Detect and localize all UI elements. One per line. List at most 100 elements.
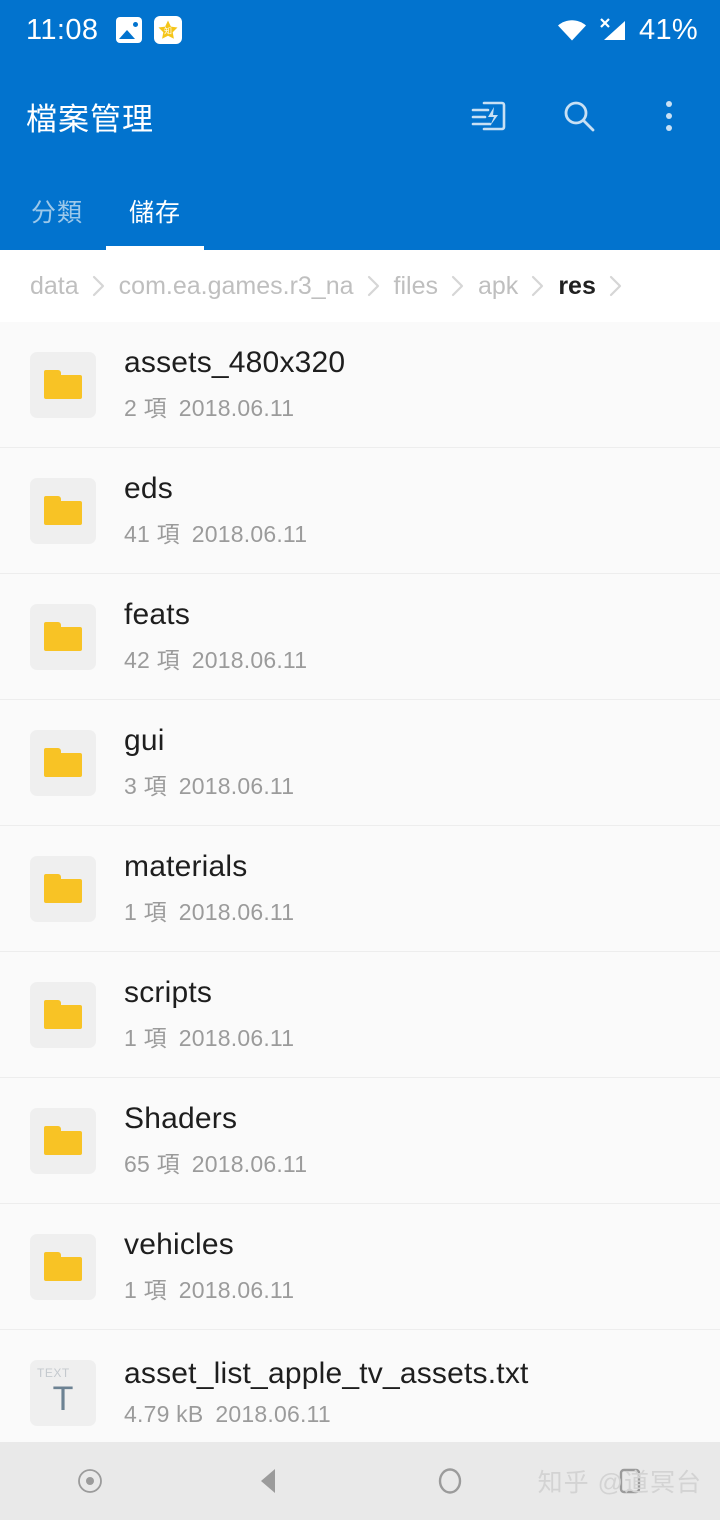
breadcrumb-item-files[interactable]: files	[394, 272, 438, 301]
assistant-dot-icon[interactable]	[0, 1466, 180, 1496]
file-subtitle: 65 項 2018.06.11	[124, 1145, 307, 1179]
breadcrumb-item-data[interactable]: data	[30, 272, 79, 301]
battery-percent: 41%	[639, 13, 698, 46]
chevron-right-icon	[367, 274, 381, 298]
list-item-meta: eds 41 項 2018.06.11	[124, 472, 307, 550]
file-count: 41 項	[124, 521, 180, 548]
file-count: 42 項	[124, 647, 180, 674]
svg-text:知: 知	[164, 26, 172, 36]
file-date: 2018.06.11	[178, 1277, 295, 1304]
file-date: 2018.06.11	[178, 395, 295, 422]
file-subtitle: 1 項 2018.06.11	[124, 1019, 294, 1053]
list-item-meta: materials 1 項 2018.06.11	[124, 850, 294, 928]
app-bar: 檔案管理	[0, 60, 720, 172]
file-subtitle: 41 項 2018.06.11	[124, 515, 307, 549]
list-item-meta: vehicles 1 項 2018.06.11	[124, 1228, 294, 1306]
star-icon: 知	[154, 16, 183, 44]
file-date: 2018.06.11	[178, 899, 295, 926]
home-icon[interactable]	[360, 1464, 540, 1498]
breadcrumb-item-res[interactable]: res	[558, 272, 596, 301]
file-name: asset_list_apple_tv_assets.txt	[124, 1357, 529, 1391]
photo-icon	[116, 17, 143, 43]
file-name: materials	[124, 849, 248, 883]
list-item-meta: Shaders 65 項 2018.06.11	[124, 1102, 307, 1180]
list-item-meta: asset_list_apple_tv_assets.txt 4.79 kB 20…	[124, 1357, 529, 1428]
file-count: 1 項	[124, 1277, 167, 1304]
transfer-icon[interactable]	[468, 95, 510, 137]
signal-off-icon	[598, 17, 628, 43]
tab-categories-label: 分類	[30, 199, 83, 227]
table-row[interactable]: vehicles 1 項 2018.06.11	[0, 1204, 720, 1330]
table-row[interactable]: gui 3 項 2018.06.11	[0, 700, 720, 826]
file-name: Shaders	[124, 1101, 238, 1135]
file-subtitle: 3 項 2018.06.11	[124, 767, 294, 801]
file-name: scripts	[124, 975, 213, 1009]
folder-icon	[30, 477, 96, 544]
folder-icon	[30, 981, 96, 1048]
text-file-icon-glyph: T	[52, 1379, 74, 1418]
wifi-icon	[557, 18, 587, 42]
status-bar: 11:08 知 41%	[0, 0, 720, 60]
table-row[interactable]: TEXT T asset_list_apple_tv_assets.txt 4.…	[0, 1330, 720, 1442]
search-icon[interactable]	[558, 95, 600, 137]
breadcrumb-item-package[interactable]: com.ea.games.r3_na	[119, 272, 354, 301]
table-row[interactable]: feats 42 項 2018.06.11	[0, 574, 720, 700]
chevron-right-icon	[451, 274, 465, 298]
file-manager-screen: 11:08 知 41% 檔案管理 分類 儲存 data com.ea.games…	[0, 0, 720, 1520]
file-count: 2 項	[124, 395, 167, 422]
table-row[interactable]: scripts 1 項 2018.06.11	[0, 952, 720, 1078]
chevron-right-icon	[609, 274, 623, 298]
back-icon[interactable]	[180, 1464, 360, 1498]
table-row[interactable]: materials 1 項 2018.06.11	[0, 826, 720, 952]
file-subtitle: 1 項 2018.06.11	[124, 893, 294, 927]
folder-icon	[30, 603, 96, 670]
page-title: 檔案管理	[26, 101, 154, 137]
file-count: 1 項	[124, 1025, 167, 1052]
file-name: vehicles	[124, 1227, 234, 1261]
file-name: assets_480x320	[124, 345, 346, 379]
file-name: feats	[124, 597, 191, 631]
file-subtitle: 4.79 kB 2018.06.11	[124, 1401, 529, 1428]
list-item-meta: feats 42 項 2018.06.11	[124, 598, 307, 676]
overflow-menu-icon[interactable]	[648, 95, 690, 137]
file-name: gui	[124, 723, 165, 757]
text-file-icon-label: TEXT	[37, 1365, 70, 1380]
status-notification-icons: 知	[116, 16, 183, 44]
chevron-right-icon	[531, 274, 545, 298]
list-item-meta: gui 3 項 2018.06.11	[124, 724, 294, 802]
folder-icon	[30, 351, 96, 418]
breadcrumb-item-apk[interactable]: apk	[478, 272, 518, 301]
file-subtitle: 1 項 2018.06.11	[124, 1271, 294, 1305]
file-count: 1 項	[124, 899, 167, 926]
file-list[interactable]: assets_480x320 2 項 2018.06.11 eds 41 項 201…	[0, 322, 720, 1442]
file-date: 2018.06.11	[178, 773, 295, 800]
file-date: 2018.06.11	[191, 647, 308, 674]
file-date: 2018.06.11	[178, 1025, 295, 1052]
status-system-icons: 41%	[557, 14, 698, 47]
folder-icon	[30, 729, 96, 796]
status-clock: 11:08	[26, 13, 99, 46]
table-row[interactable]: Shaders 65 項 2018.06.11	[0, 1078, 720, 1204]
list-item-meta: assets_480x320 2 項 2018.06.11	[124, 346, 345, 424]
chevron-right-icon	[92, 274, 106, 298]
folder-icon	[30, 855, 96, 922]
file-date: 2018.06.11	[191, 1151, 308, 1178]
system-navigation-bar: 知乎 @道冥台	[0, 1442, 720, 1520]
tab-storage[interactable]: 儲存	[106, 172, 204, 250]
file-count: 65 項	[124, 1151, 180, 1178]
table-row[interactable]: eds 41 項 2018.06.11	[0, 448, 720, 574]
text-file-icon: TEXT T	[30, 1359, 96, 1426]
file-subtitle: 2 項 2018.06.11	[124, 389, 345, 423]
file-name: eds	[124, 471, 173, 505]
watermark: 知乎 @道冥台	[537, 1469, 702, 1497]
list-item-meta: scripts 1 項 2018.06.11	[124, 976, 294, 1054]
file-subtitle: 42 項 2018.06.11	[124, 641, 307, 675]
folder-icon	[30, 1233, 96, 1300]
file-date: 2018.06.11	[191, 521, 308, 548]
table-row[interactable]: assets_480x320 2 項 2018.06.11	[0, 322, 720, 448]
breadcrumb: data com.ea.games.r3_na files apk res	[0, 250, 720, 322]
folder-icon	[30, 1107, 96, 1174]
tab-categories[interactable]: 分類	[8, 172, 106, 250]
file-date: 2018.06.11	[215, 1400, 331, 1427]
file-size: 4.79 kB	[124, 1400, 204, 1427]
